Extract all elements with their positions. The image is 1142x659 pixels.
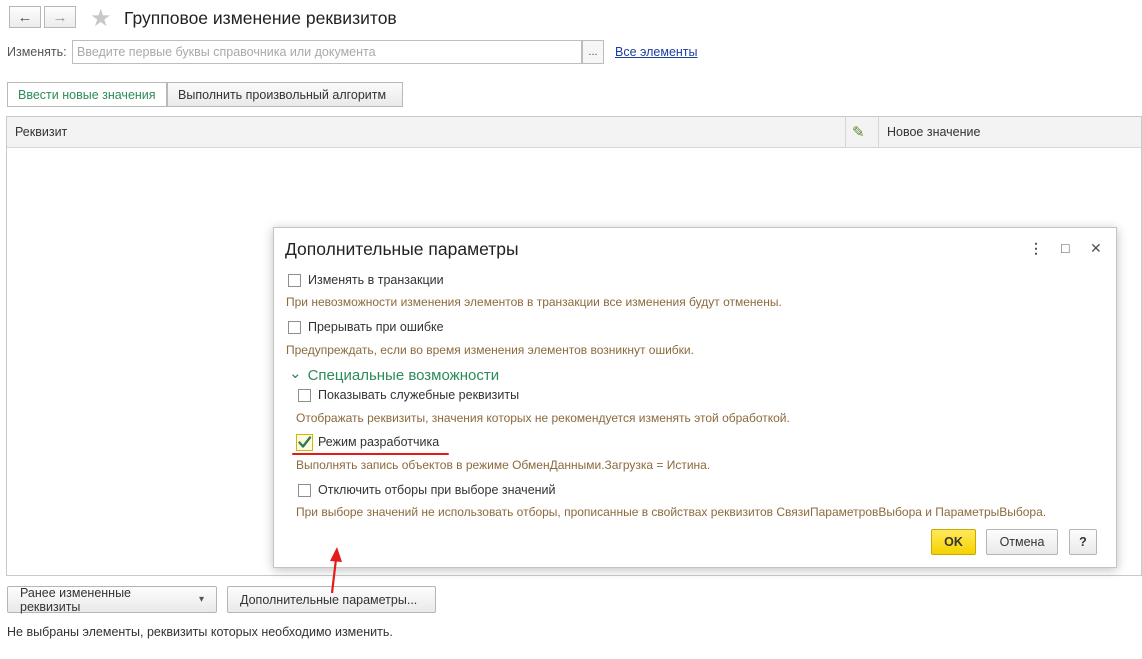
transaction-checkbox-label[interactable]: Изменять в транзакции [308, 273, 444, 287]
chevron-down-icon: ⌄ [289, 365, 302, 382]
page-title: Групповое изменение реквизитов [124, 8, 397, 28]
dropdown-arrow-icon: ▾ [198, 594, 204, 605]
red-arrow-annotation [330, 547, 342, 594]
tab-run-algorithm[interactable]: Выполнить произвольный алгоритм [167, 82, 403, 107]
button-label: Ранее измененные реквизиты [20, 585, 132, 614]
help-button[interactable]: ? [1069, 529, 1097, 555]
stop-on-error-checkbox-label[interactable]: Прерывать при ошибке [308, 320, 444, 334]
section-title: Специальные возможности [307, 367, 500, 384]
table-header: Реквизит ✎ Новое значение [7, 117, 1141, 148]
developer-mode-checkbox[interactable] [296, 434, 313, 451]
column-header-new-value[interactable]: Новое значение [887, 125, 980, 139]
back-button[interactable]: ← [9, 6, 41, 28]
column-header-attribute[interactable]: Реквизит [15, 125, 67, 139]
special-features-section[interactable]: ⌄ Специальные возможности [289, 365, 500, 384]
show-service-attributes-hint: Отображать реквизиты, значения которых н… [296, 411, 790, 425]
transaction-checkbox[interactable] [288, 274, 301, 287]
favorite-star-icon[interactable]: ★ [90, 4, 112, 33]
checkmark-icon [298, 436, 312, 448]
developer-mode-label[interactable]: Режим разработчика [318, 435, 439, 449]
transaction-hint: При невозможности изменения элементов в … [286, 295, 782, 309]
back-arrow-icon: ← [17, 8, 33, 26]
additional-params-dialog: Дополнительные параметры ⋮ □ ✕ Изменять … [273, 227, 1117, 568]
status-text: Не выбраны элементы, реквизиты которых н… [7, 625, 393, 639]
select-object-button[interactable]: ... [582, 40, 604, 64]
disable-filters-checkbox[interactable] [298, 484, 311, 497]
more-menu-icon[interactable]: ⋮ [1029, 240, 1043, 257]
maximize-icon[interactable]: □ [1061, 240, 1069, 256]
disable-filters-hint: При выборе значений не использовать отбо… [296, 505, 1047, 519]
developer-mode-hint: Выполнять запись объектов в режиме Обмен… [296, 458, 711, 472]
close-icon[interactable]: ✕ [1090, 240, 1102, 257]
dialog-title: Дополнительные параметры [285, 239, 519, 259]
all-elements-link[interactable]: Все элементы [615, 45, 698, 59]
edit-pencil-icon: ✎ [852, 124, 865, 141]
tab-label: Выполнить произвольный алгоритм [178, 87, 387, 102]
stop-on-error-checkbox[interactable] [288, 321, 301, 334]
cancel-button[interactable]: Отмена [986, 529, 1058, 555]
stop-on-error-hint: Предупреждать, если во время изменения э… [286, 343, 694, 357]
object-search-input[interactable] [72, 40, 582, 64]
change-label: Изменять: [7, 45, 67, 59]
previous-attributes-button[interactable]: Ранее измененные реквизиты ▾ [7, 585, 217, 614]
disable-filters-label[interactable]: Отключить отборы при выборе значений [318, 483, 556, 497]
tab-label: Ввести новые значения [18, 87, 156, 102]
tab-enter-new-values[interactable]: Ввести новые значения [7, 82, 167, 107]
forward-arrow-icon: → [52, 8, 68, 26]
show-service-attributes-label[interactable]: Показывать служебные реквизиты [318, 388, 519, 402]
ok-button[interactable]: OK [931, 529, 976, 555]
show-service-attributes-checkbox[interactable] [298, 389, 311, 402]
red-underline-annotation [292, 453, 449, 455]
forward-button[interactable]: → [44, 6, 76, 28]
